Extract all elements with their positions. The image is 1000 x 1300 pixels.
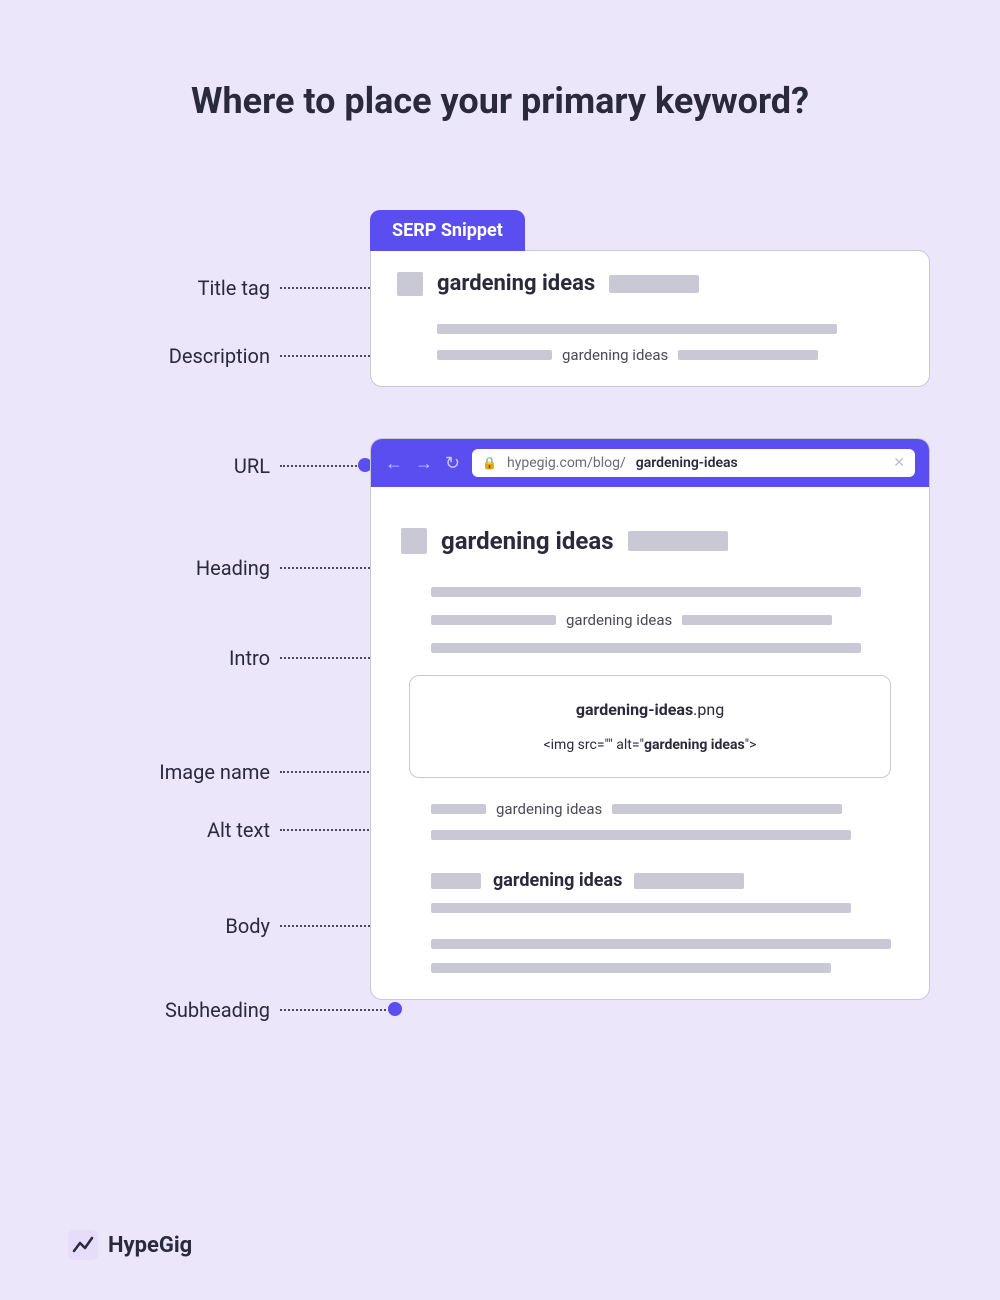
- placeholder-line: [682, 615, 832, 625]
- serp-snippet: SERP Snippet gardening ideas gardening i…: [370, 210, 930, 387]
- placeholder-block: [634, 873, 744, 889]
- clear-icon: ✕: [893, 455, 905, 471]
- connector-line: [280, 465, 360, 467]
- placeholder-block: [397, 272, 423, 296]
- placeholder-line: [431, 903, 851, 913]
- image-alt-code: <img src="" alt="gardening ideas">: [422, 737, 878, 753]
- placeholder-line: [431, 939, 891, 949]
- subheading-row: gardening ideas: [431, 870, 899, 891]
- placeholder-line: [431, 615, 556, 625]
- image-filename-ext: .png: [693, 700, 724, 719]
- browser-toolbar: ← → ↻ 🔒 hypegig.com/blog/gardening-ideas…: [371, 439, 929, 487]
- brand-name: HypeGig: [108, 1233, 192, 1258]
- label-image-name: Image name: [70, 760, 270, 784]
- placeholder-line: [437, 350, 552, 360]
- label-url: URL: [70, 454, 270, 478]
- intro-row: gardening ideas: [431, 611, 899, 629]
- alt-code-pre: <img src="" alt=": [544, 737, 644, 753]
- placeholder-block: [401, 528, 427, 554]
- placeholder-line: [431, 643, 861, 653]
- forward-icon: →: [415, 453, 433, 474]
- back-icon: ←: [385, 453, 403, 474]
- label-alt-text: Alt text: [70, 818, 270, 842]
- intro-keyword: gardening ideas: [566, 611, 672, 629]
- label-subheading: Subheading: [70, 998, 270, 1022]
- placeholder-line: [431, 804, 486, 814]
- alt-code-post: ">: [745, 737, 757, 753]
- serp-tab-label: SERP Snippet: [370, 210, 525, 251]
- placeholder-block: [628, 531, 728, 551]
- url-host: hypegig.com/blog/: [507, 455, 626, 471]
- brand-logo: HypeGig: [68, 1230, 192, 1260]
- placeholder-line: [431, 587, 861, 597]
- label-description: Description: [70, 344, 270, 368]
- brand-logo-icon: [68, 1230, 98, 1260]
- serp-description-row: gardening ideas: [437, 346, 903, 364]
- url-slug: gardening-ideas: [636, 455, 738, 471]
- placeholder-line: [612, 804, 842, 814]
- placeholder-block: [609, 275, 699, 293]
- connector-dot: [388, 1002, 402, 1016]
- reload-icon: ↻: [445, 453, 460, 474]
- image-box: gardening-ideas.png <img src="" alt="gar…: [409, 675, 891, 778]
- label-heading: Heading: [70, 556, 270, 580]
- subheading-keyword: gardening ideas: [493, 870, 622, 891]
- label-body: Body: [70, 914, 270, 938]
- connector-line: [280, 1009, 390, 1011]
- body-row: gardening ideas: [431, 800, 899, 818]
- page-heading-row: gardening ideas: [401, 527, 899, 555]
- lock-icon: 🔒: [482, 456, 497, 470]
- placeholder-line: [678, 350, 818, 360]
- browser-mock: ← → ↻ 🔒 hypegig.com/blog/gardening-ideas…: [370, 438, 930, 1000]
- placeholder-line: [437, 324, 837, 334]
- label-intro: Intro: [70, 646, 270, 670]
- placeholder-line: [431, 830, 851, 840]
- alt-code-keyword: gardening ideas: [644, 737, 745, 753]
- page-heading-keyword: gardening ideas: [441, 527, 614, 555]
- image-filename: gardening-ideas.png: [422, 700, 878, 719]
- placeholder-line: [431, 963, 831, 973]
- url-bar: 🔒 hypegig.com/blog/gardening-ideas ✕: [472, 449, 915, 477]
- serp-title-row: gardening ideas: [397, 271, 903, 296]
- placeholder-block: [431, 873, 481, 889]
- body-keyword: gardening ideas: [496, 800, 602, 818]
- page-title: Where to place your primary keyword?: [0, 80, 1000, 122]
- browser-body: gardening ideas gardening ideas gardenin…: [371, 487, 929, 999]
- serp-description-keyword: gardening ideas: [562, 346, 668, 364]
- image-filename-keyword: gardening-ideas: [576, 700, 693, 719]
- serp-title-keyword: gardening ideas: [437, 271, 595, 296]
- label-title-tag: Title tag: [70, 276, 270, 300]
- serp-card: gardening ideas gardening ideas: [370, 250, 930, 387]
